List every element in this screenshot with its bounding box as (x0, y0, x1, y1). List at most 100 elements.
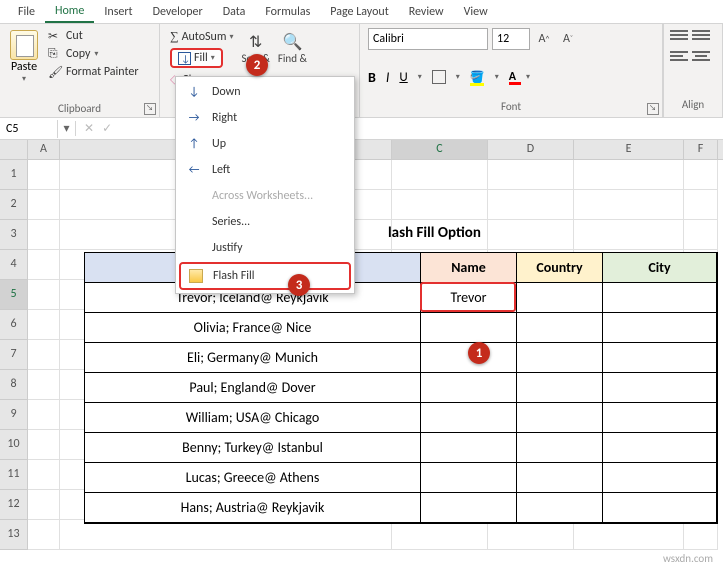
bold-button[interactable]: B (368, 69, 376, 86)
table-cell[interactable] (603, 403, 717, 433)
row-header-11[interactable]: 11 (0, 460, 28, 490)
fill-color-button[interactable]: 🪣 (470, 70, 485, 85)
fill-button[interactable]: Fill ▾ (170, 48, 223, 68)
table-cell[interactable] (517, 403, 603, 433)
font-name-select[interactable] (368, 28, 488, 50)
table-cell[interactable]: Olivia; France@ Nice (85, 313, 421, 343)
table-cell[interactable] (517, 373, 603, 403)
col-header-e[interactable]: E (574, 140, 684, 159)
underline-button[interactable]: U (399, 70, 407, 85)
align-center-button[interactable] (692, 51, 710, 61)
table-cell[interactable] (421, 463, 517, 493)
table-cell[interactable] (421, 313, 517, 343)
cancel-formula-icon[interactable]: ✕ (84, 121, 94, 136)
table-cell[interactable] (517, 283, 603, 313)
row-header-9[interactable]: 9 (0, 400, 28, 430)
table-cell[interactable] (421, 373, 517, 403)
row-header-8[interactable]: 8 (0, 370, 28, 400)
find-select-button[interactable]: 🔍 Find & (278, 32, 307, 65)
header-name: Name (421, 253, 517, 283)
cell-c5[interactable]: Trevor (421, 283, 517, 313)
col-header-a[interactable]: A (28, 140, 60, 159)
table-cell[interactable]: William; USA@ Chicago (85, 403, 421, 433)
tab-insert[interactable]: Insert (94, 2, 142, 22)
tab-page-layout[interactable]: Page Layout (320, 2, 398, 22)
table-cell[interactable] (603, 373, 717, 403)
table-cell[interactable]: Eli; Germany@ Munich (85, 343, 421, 373)
row-header-12[interactable]: 12 (0, 490, 28, 520)
table-cell[interactable] (603, 283, 717, 313)
font-dialog-launcher[interactable] (647, 103, 659, 115)
table-cell[interactable]: Paul; England@ Dover (85, 373, 421, 403)
tab-view[interactable]: View (454, 2, 498, 22)
fill-left-item[interactable]: ←Left (178, 157, 352, 183)
row-headers: 1 2 3 4 5 6 7 8 9 10 11 12 13 (0, 160, 28, 550)
table-cell[interactable] (603, 493, 717, 523)
align-top-button[interactable] (670, 30, 688, 40)
table-cell[interactable] (421, 403, 517, 433)
row-header-4[interactable]: 4 (0, 250, 28, 280)
table-cell[interactable] (603, 343, 717, 373)
table-cell[interactable]: Benny; Turkey@ Istanbul (85, 433, 421, 463)
fill-down-icon (178, 52, 191, 65)
copy-button[interactable]: ⎘ Copy ▾ (46, 46, 141, 62)
name-box-dropdown[interactable]: ▾ (58, 121, 76, 136)
align-middle-button[interactable] (692, 30, 710, 40)
table-cell[interactable] (421, 493, 517, 523)
border-button[interactable] (432, 70, 446, 84)
row-header-2[interactable]: 2 (0, 190, 28, 220)
decrease-font-button[interactable]: Aˇ (558, 29, 578, 49)
row-header-5[interactable]: 5 (0, 280, 28, 310)
alignment-group: Align (663, 24, 723, 117)
table-cell[interactable] (517, 343, 603, 373)
row-header-7[interactable]: 7 (0, 340, 28, 370)
table-cell[interactable] (517, 313, 603, 343)
autosum-button[interactable]: ∑ AutoSum ▾ (168, 28, 235, 45)
fill-series-item[interactable]: Series... (178, 209, 352, 235)
tab-home[interactable]: Home (45, 1, 94, 23)
table-cell[interactable] (603, 463, 717, 493)
table-cell[interactable]: Lucas; Greece@ Athens (85, 463, 421, 493)
fill-up-item[interactable]: ↑Up (178, 131, 352, 157)
italic-button[interactable]: I (386, 69, 390, 86)
fill-justify-label: Justify (212, 241, 243, 255)
table-cell[interactable] (603, 313, 717, 343)
tab-review[interactable]: Review (399, 2, 454, 22)
row-header-10[interactable]: 10 (0, 430, 28, 460)
cell-grid[interactable]: lash Fill Option Name Name Country City … (28, 160, 718, 550)
enter-formula-icon[interactable]: ✓ (102, 121, 112, 136)
tab-developer[interactable]: Developer (143, 2, 213, 22)
align-left-button[interactable] (670, 51, 688, 61)
col-header-c[interactable]: C (392, 140, 488, 159)
flash-fill-item[interactable]: Flash Fill (179, 262, 351, 290)
font-size-select[interactable] (492, 28, 530, 50)
font-color-button[interactable]: A (509, 70, 516, 84)
row-header-6[interactable]: 6 (0, 310, 28, 340)
fill-justify-item[interactable]: Justify (178, 235, 352, 261)
table-cell[interactable] (517, 493, 603, 523)
row-header-13[interactable]: 13 (0, 520, 28, 550)
table-cell[interactable] (603, 433, 717, 463)
row-header-1[interactable]: 1 (0, 160, 28, 190)
select-all-corner[interactable] (0, 140, 28, 159)
cut-button[interactable]: ✂ Cut (46, 28, 141, 44)
table-cell[interactable]: Hans; Austria@ Reykjavik (85, 493, 421, 523)
fill-right-item[interactable]: →Right (178, 105, 352, 131)
col-header-f[interactable]: F (684, 140, 718, 159)
tab-formulas[interactable]: Formulas (255, 2, 320, 22)
flash-fill-icon (189, 269, 203, 283)
paste-button[interactable]: Paste ▾ (6, 28, 42, 86)
clipboard-dialog-launcher[interactable] (144, 103, 156, 115)
format-painter-button[interactable]: 🖌 Format Painter (46, 64, 141, 80)
fill-down-item[interactable]: ↓Down (178, 79, 352, 105)
increase-font-button[interactable]: A^ (534, 29, 554, 49)
table-cell[interactable] (517, 463, 603, 493)
tab-data[interactable]: Data (213, 2, 256, 22)
col-header-d[interactable]: D (488, 140, 574, 159)
row-header-3[interactable]: 3 (0, 220, 28, 250)
tab-file[interactable]: File (8, 2, 45, 22)
table-cell[interactable] (421, 433, 517, 463)
clipboard-group: Paste ▾ ✂ Cut ⎘ Copy ▾ 🖌 Format Painter (0, 24, 160, 117)
name-box[interactable]: C5 (0, 120, 58, 138)
table-cell[interactable] (517, 433, 603, 463)
